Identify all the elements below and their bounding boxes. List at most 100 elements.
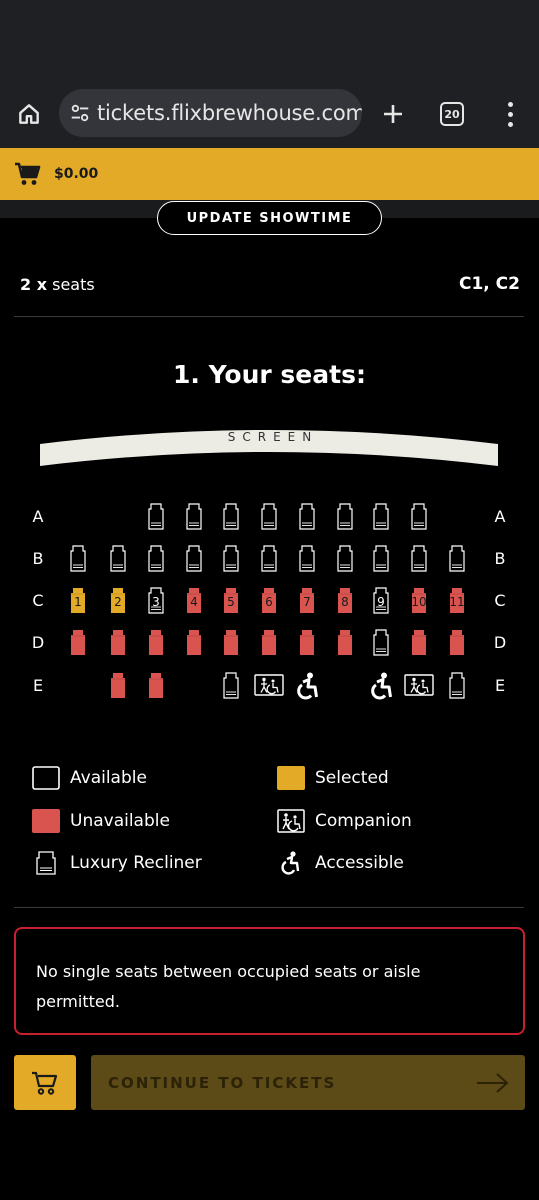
legend-unavailable: Unavailable <box>32 809 170 833</box>
url-text: tickets.flixbrewhouse.com/ <box>97 101 362 125</box>
cart-button[interactable] <box>14 1055 76 1110</box>
seat-d-2 <box>107 629 129 656</box>
seat-b-2[interactable] <box>107 545 129 572</box>
seat-d-5 <box>220 629 242 656</box>
cart-bar[interactable]: $0.00 <box>0 148 539 200</box>
companion-seat[interactable] <box>254 674 284 696</box>
seat-number: 8 <box>341 595 349 609</box>
seat-a-1[interactable] <box>145 503 167 530</box>
seat-c9[interactable]: 9 <box>370 587 392 614</box>
seat-d-10 <box>408 629 430 656</box>
seat-b-1[interactable] <box>67 545 89 572</box>
seat-d-7 <box>296 629 318 656</box>
home-button[interactable] <box>12 97 46 131</box>
cart-icon <box>32 1071 58 1095</box>
seat-a-2[interactable] <box>183 503 205 530</box>
row-label-a: A <box>494 507 506 526</box>
seat-c6: 6 <box>258 587 280 614</box>
seat-number: 9 <box>377 595 385 609</box>
selection-summary: 2 x seats C1, C2 <box>20 272 520 296</box>
seat-c7: 7 <box>296 587 318 614</box>
cart-icon <box>15 162 41 185</box>
plus-icon <box>384 105 402 123</box>
seat-d-1 <box>67 629 89 656</box>
legend-accessible: Accessible <box>277 851 404 875</box>
address-bar[interactable]: tickets.flixbrewhouse.com/ <box>59 89 362 137</box>
seat-number: 6 <box>265 595 273 609</box>
seat-e-1 <box>107 672 129 699</box>
browser-toolbar: tickets.flixbrewhouse.com/ 20 <box>0 80 539 148</box>
seat-rule-notice: No single seats between occupied seats o… <box>14 927 525 1035</box>
seat-e-3[interactable] <box>220 672 242 699</box>
seat-a-4[interactable] <box>258 503 280 530</box>
legend-selected: Selected <box>277 766 389 790</box>
screen-label: SCREEN <box>227 430 319 444</box>
seat-d-11 <box>446 629 468 656</box>
seat-e-2 <box>145 672 167 699</box>
row-label-e: E <box>494 676 506 695</box>
seat-number: 11 <box>449 595 465 609</box>
continue-to-tickets-button[interactable]: CONTINUE TO TICKETS <box>91 1055 525 1110</box>
seat-a-5[interactable] <box>296 503 318 530</box>
seat-d-6 <box>258 629 280 656</box>
seat-c8: 8 <box>334 587 356 614</box>
seat-b-7[interactable] <box>296 545 318 572</box>
seat-b-6[interactable] <box>258 545 280 572</box>
seat-c4: 4 <box>183 587 205 614</box>
seat-d-4 <box>183 629 205 656</box>
seat-c1[interactable]: 1 <box>67 587 89 614</box>
divider <box>14 907 524 908</box>
tabs-button[interactable]: 20 <box>440 102 464 126</box>
seat-b-5[interactable] <box>220 545 242 572</box>
row-label-c: C <box>32 591 44 610</box>
seat-c5: 5 <box>220 587 242 614</box>
screen-arc <box>40 430 498 466</box>
status-bar <box>0 0 539 80</box>
seat-a-6[interactable] <box>334 503 356 530</box>
tab-count: 20 <box>444 107 460 121</box>
selected-box-icon <box>277 766 305 790</box>
new-tab-button[interactable] <box>376 97 410 131</box>
arrow-right-icon <box>477 1072 509 1093</box>
companion-seat[interactable] <box>404 674 434 696</box>
accessible-seat[interactable] <box>295 672 321 700</box>
seat-b-11[interactable] <box>446 545 468 572</box>
seat-e-8[interactable] <box>446 672 468 699</box>
selected-seats: C1, C2 <box>459 274 520 294</box>
seat-number: 10 <box>411 595 427 609</box>
seat-d-8 <box>334 629 356 656</box>
divider <box>14 316 524 317</box>
home-icon <box>19 104 39 124</box>
seat-number: 7 <box>303 595 311 609</box>
accessible-seat[interactable] <box>369 672 395 700</box>
seat-number: 1 <box>74 595 82 609</box>
row-label-d: D <box>31 633 45 652</box>
seat-b-3[interactable] <box>145 545 167 572</box>
seat-b-8[interactable] <box>334 545 356 572</box>
row-label-a: A <box>32 507 44 526</box>
seat-d-9[interactable] <box>370 629 392 656</box>
site-settings-icon[interactable] <box>69 102 91 124</box>
continue-label: CONTINUE TO TICKETS <box>108 1073 337 1092</box>
seat-a-3[interactable] <box>220 503 242 530</box>
seat-number: 5 <box>227 595 235 609</box>
seat-number: 4 <box>190 595 198 609</box>
unavailable-box-icon <box>32 809 60 833</box>
seat-c10: 10 <box>408 587 430 614</box>
seat-a-8[interactable] <box>408 503 430 530</box>
seat-number: 2 <box>114 595 122 609</box>
section-title: 1. Your seats: <box>173 360 366 389</box>
seat-c11: 11 <box>446 587 468 614</box>
available-box-icon <box>32 766 60 790</box>
row-label-d: D <box>493 633 507 652</box>
row-label-c: C <box>494 591 506 610</box>
seat-b-9[interactable] <box>370 545 392 572</box>
more-vert-icon[interactable] <box>498 97 522 131</box>
seat-b-10[interactable] <box>408 545 430 572</box>
seat-c2[interactable]: 2 <box>107 587 129 614</box>
update-showtime-button[interactable]: UPDATE SHOWTIME <box>157 201 382 235</box>
seat-a-7[interactable] <box>370 503 392 530</box>
seat-c3[interactable]: 3 <box>145 587 167 614</box>
legend-companion: Companion <box>277 809 412 833</box>
seat-b-4[interactable] <box>183 545 205 572</box>
